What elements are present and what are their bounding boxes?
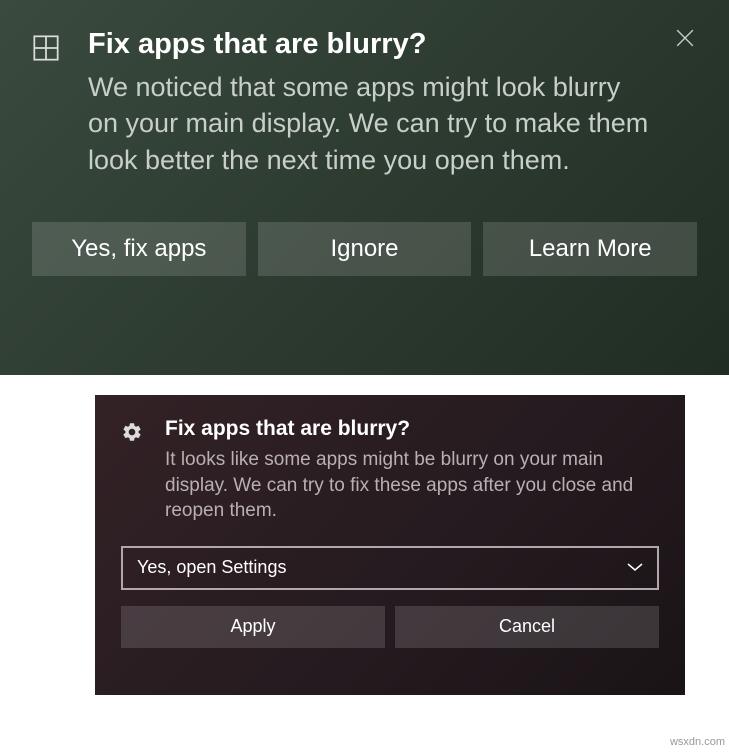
toast-header: Fix apps that are blurry? It looks like …: [121, 417, 659, 524]
toast-title: Fix apps that are blurry?: [88, 28, 657, 61]
blurry-apps-toast-dropdown: Fix apps that are blurry? It looks like …: [95, 395, 685, 695]
toast-title: Fix apps that are blurry?: [165, 417, 659, 441]
watermark: wsxdn.com: [670, 736, 725, 748]
blurry-apps-toast-buttons: Fix apps that are blurry? We noticed tha…: [0, 0, 729, 375]
close-icon: [676, 29, 694, 47]
dropdown-selected-text: Yes, open Settings: [137, 557, 286, 578]
toast-body: We noticed that some apps might look blu…: [88, 69, 657, 178]
close-button[interactable]: [665, 18, 705, 58]
apply-button[interactable]: Apply: [121, 606, 385, 648]
learn-more-button[interactable]: Learn More: [483, 222, 697, 276]
action-dropdown[interactable]: Yes, open Settings: [121, 546, 659, 590]
toast-body: It looks like some apps might be blurry …: [165, 447, 659, 524]
toast-header: Fix apps that are blurry? We noticed tha…: [32, 28, 697, 178]
ignore-button[interactable]: Ignore: [258, 222, 472, 276]
toast-button-row: Yes, fix apps Ignore Learn More: [32, 222, 697, 276]
chevron-down-icon: [627, 559, 643, 577]
settings-gear-icon: [121, 421, 143, 448]
yes-fix-apps-button[interactable]: Yes, fix apps: [32, 222, 246, 276]
toast-button-row: Apply Cancel: [121, 606, 659, 648]
toast-content: Fix apps that are blurry? It looks like …: [165, 417, 659, 524]
toast-content: Fix apps that are blurry? We noticed tha…: [88, 28, 697, 178]
cancel-button[interactable]: Cancel: [395, 606, 659, 648]
app-grid-icon: [32, 34, 60, 67]
